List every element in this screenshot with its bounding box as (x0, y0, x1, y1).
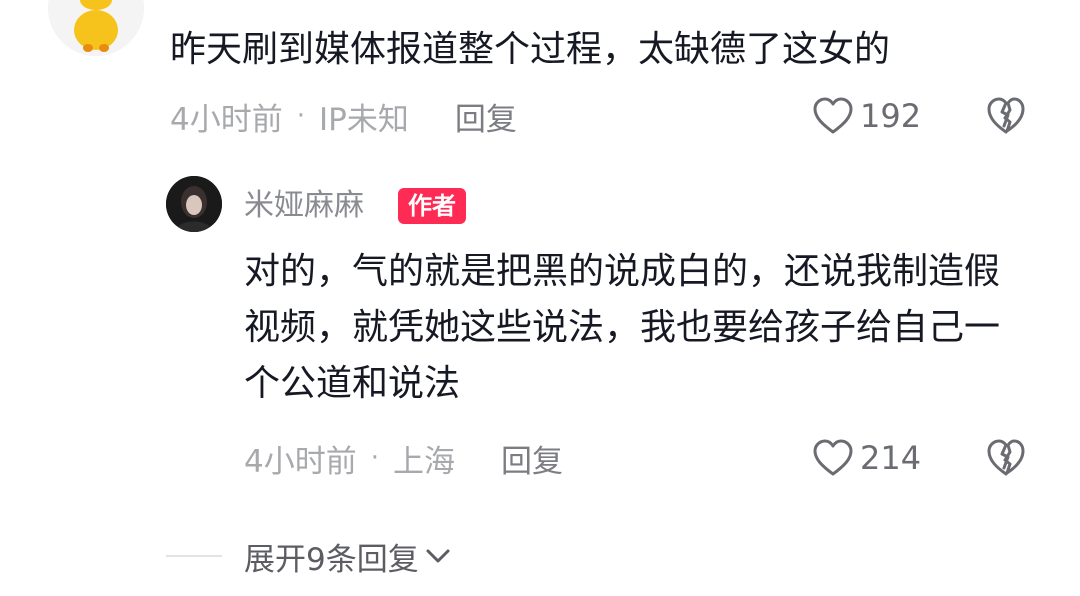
chick-avatar-icon (48, 0, 144, 56)
reply-meta: 4小时前 · 上海 回复 (244, 436, 563, 480)
author-photo-icon (166, 176, 222, 232)
author-badge: 作者 (398, 188, 466, 224)
heart-icon (813, 439, 853, 476)
like-count: 192 (860, 97, 922, 135)
comment-meta: 4小时前 · IP未知 回复 (170, 94, 517, 138)
like-button[interactable]: 214 (812, 436, 921, 480)
meta-separator: · (370, 443, 379, 473)
reply-location: 上海 (393, 443, 455, 480)
comment-thread: 昨天刷到媒体报道整个过程，太缺德了这女的 4小时前 · IP未知 回复 192 … (0, 0, 1080, 596)
reply-text: 对的，气的就是把黑的说成白的，还说我制造假视频，就凭她这些说法，我也要给孩子给自… (244, 251, 1001, 404)
author-name[interactable]: 米娅麻麻 (244, 184, 364, 228)
expand-divider (166, 555, 222, 557)
comment-text: 昨天刷到媒体报道整个过程，太缺德了这女的 (170, 29, 891, 70)
meta-separator: · (296, 101, 305, 131)
like-count: 214 (860, 439, 922, 477)
comment-time: 4小时前 (170, 101, 283, 138)
reply-time: 4小时前 (244, 443, 357, 480)
expand-replies-label: 展开9条回复 (244, 541, 419, 578)
commenter-avatar[interactable] (48, 0, 144, 56)
reply-button[interactable]: 回复 (455, 94, 517, 139)
reply-button[interactable]: 回复 (501, 436, 563, 481)
comment-location: IP未知 (319, 101, 409, 138)
like-button[interactable]: 192 (812, 94, 921, 138)
chevron-down-icon (426, 549, 450, 563)
author-avatar[interactable] (166, 176, 222, 232)
expand-replies-button[interactable]: 展开9条回复 (244, 534, 451, 578)
heart-icon (813, 97, 853, 134)
dislike-broken-heart-icon[interactable] (986, 96, 1026, 136)
dislike-broken-heart-icon[interactable] (986, 438, 1026, 478)
